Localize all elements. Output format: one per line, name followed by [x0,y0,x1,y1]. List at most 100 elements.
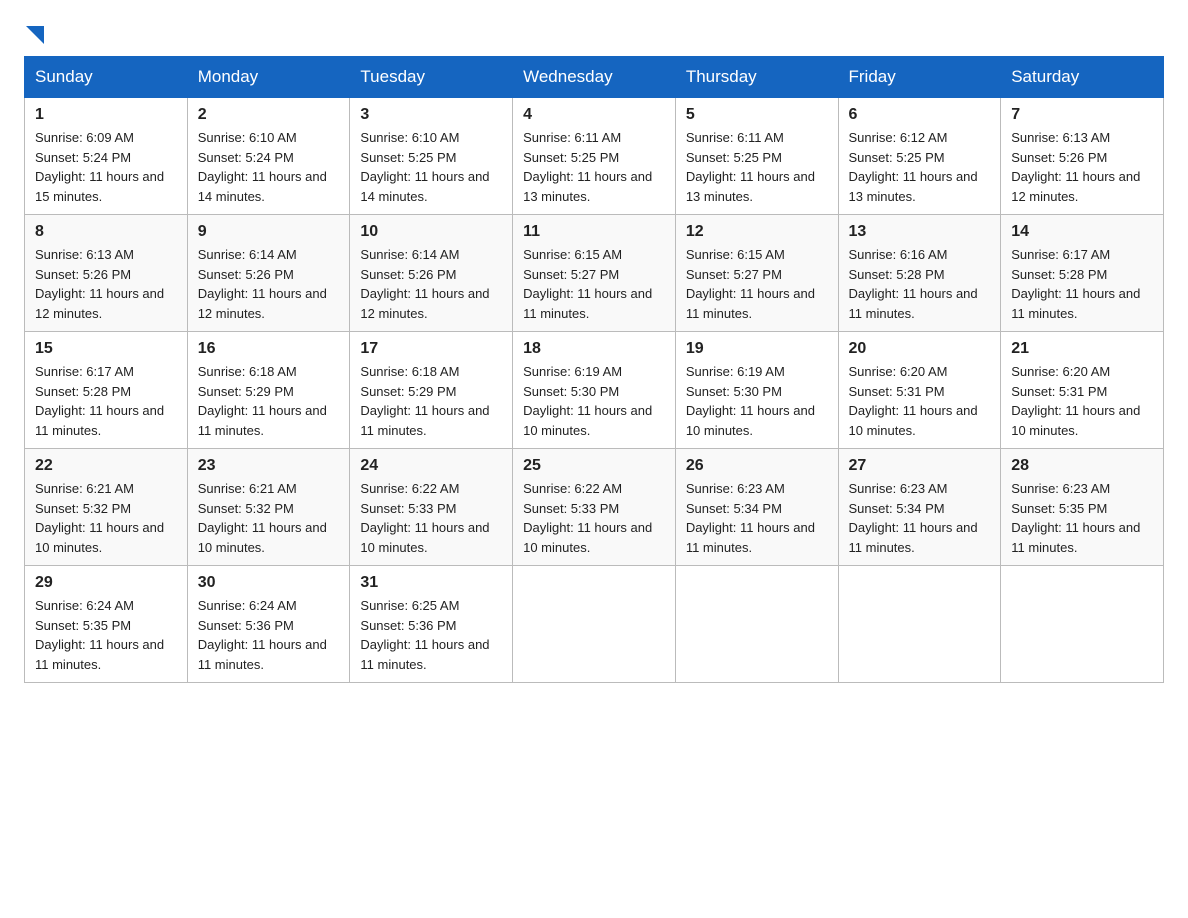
day-info: Sunrise: 6:22 AM Sunset: 5:33 PM Dayligh… [360,479,502,557]
day-info: Sunrise: 6:15 AM Sunset: 5:27 PM Dayligh… [686,245,828,323]
table-row: 21 Sunrise: 6:20 AM Sunset: 5:31 PM Dayl… [1001,332,1164,449]
header-friday: Friday [838,57,1001,98]
day-info: Sunrise: 6:13 AM Sunset: 5:26 PM Dayligh… [1011,128,1153,206]
day-number: 3 [360,106,502,124]
day-number: 22 [35,457,177,475]
day-number: 8 [35,223,177,241]
table-row: 5 Sunrise: 6:11 AM Sunset: 5:25 PM Dayli… [675,98,838,215]
table-row: 25 Sunrise: 6:22 AM Sunset: 5:33 PM Dayl… [513,449,676,566]
day-info: Sunrise: 6:11 AM Sunset: 5:25 PM Dayligh… [523,128,665,206]
day-number: 15 [35,340,177,358]
table-row: 24 Sunrise: 6:22 AM Sunset: 5:33 PM Dayl… [350,449,513,566]
calendar-week-row: 22 Sunrise: 6:21 AM Sunset: 5:32 PM Dayl… [25,449,1164,566]
day-info: Sunrise: 6:13 AM Sunset: 5:26 PM Dayligh… [35,245,177,323]
header-wednesday: Wednesday [513,57,676,98]
day-number: 6 [849,106,991,124]
table-row [675,566,838,683]
day-number: 24 [360,457,502,475]
day-info: Sunrise: 6:21 AM Sunset: 5:32 PM Dayligh… [35,479,177,557]
table-row: 28 Sunrise: 6:23 AM Sunset: 5:35 PM Dayl… [1001,449,1164,566]
day-number: 31 [360,574,502,592]
day-info: Sunrise: 6:10 AM Sunset: 5:25 PM Dayligh… [360,128,502,206]
table-row: 20 Sunrise: 6:20 AM Sunset: 5:31 PM Dayl… [838,332,1001,449]
logo-arrow-icon [26,26,44,44]
table-row [513,566,676,683]
day-info: Sunrise: 6:11 AM Sunset: 5:25 PM Dayligh… [686,128,828,206]
table-row: 9 Sunrise: 6:14 AM Sunset: 5:26 PM Dayli… [187,215,350,332]
table-row: 19 Sunrise: 6:19 AM Sunset: 5:30 PM Dayl… [675,332,838,449]
table-row: 22 Sunrise: 6:21 AM Sunset: 5:32 PM Dayl… [25,449,188,566]
table-row: 16 Sunrise: 6:18 AM Sunset: 5:29 PM Dayl… [187,332,350,449]
table-row: 4 Sunrise: 6:11 AM Sunset: 5:25 PM Dayli… [513,98,676,215]
day-info: Sunrise: 6:20 AM Sunset: 5:31 PM Dayligh… [849,362,991,440]
day-info: Sunrise: 6:09 AM Sunset: 5:24 PM Dayligh… [35,128,177,206]
day-number: 9 [198,223,340,241]
day-number: 14 [1011,223,1153,241]
table-row: 17 Sunrise: 6:18 AM Sunset: 5:29 PM Dayl… [350,332,513,449]
header-monday: Monday [187,57,350,98]
day-info: Sunrise: 6:23 AM Sunset: 5:35 PM Dayligh… [1011,479,1153,557]
day-info: Sunrise: 6:18 AM Sunset: 5:29 PM Dayligh… [198,362,340,440]
table-row: 6 Sunrise: 6:12 AM Sunset: 5:25 PM Dayli… [838,98,1001,215]
day-info: Sunrise: 6:23 AM Sunset: 5:34 PM Dayligh… [849,479,991,557]
day-info: Sunrise: 6:17 AM Sunset: 5:28 PM Dayligh… [1011,245,1153,323]
page-header [24,24,1164,40]
day-number: 30 [198,574,340,592]
day-number: 4 [523,106,665,124]
day-info: Sunrise: 6:10 AM Sunset: 5:24 PM Dayligh… [198,128,340,206]
day-number: 25 [523,457,665,475]
table-row: 10 Sunrise: 6:14 AM Sunset: 5:26 PM Dayl… [350,215,513,332]
table-row: 27 Sunrise: 6:23 AM Sunset: 5:34 PM Dayl… [838,449,1001,566]
header-sunday: Sunday [25,57,188,98]
table-row: 12 Sunrise: 6:15 AM Sunset: 5:27 PM Dayl… [675,215,838,332]
table-row: 23 Sunrise: 6:21 AM Sunset: 5:32 PM Dayl… [187,449,350,566]
table-row: 7 Sunrise: 6:13 AM Sunset: 5:26 PM Dayli… [1001,98,1164,215]
table-row: 14 Sunrise: 6:17 AM Sunset: 5:28 PM Dayl… [1001,215,1164,332]
day-number: 28 [1011,457,1153,475]
table-row [838,566,1001,683]
table-row [1001,566,1164,683]
day-info: Sunrise: 6:25 AM Sunset: 5:36 PM Dayligh… [360,596,502,674]
table-row: 8 Sunrise: 6:13 AM Sunset: 5:26 PM Dayli… [25,215,188,332]
day-info: Sunrise: 6:19 AM Sunset: 5:30 PM Dayligh… [686,362,828,440]
calendar-week-row: 1 Sunrise: 6:09 AM Sunset: 5:24 PM Dayli… [25,98,1164,215]
day-info: Sunrise: 6:14 AM Sunset: 5:26 PM Dayligh… [360,245,502,323]
table-row: 11 Sunrise: 6:15 AM Sunset: 5:27 PM Dayl… [513,215,676,332]
day-info: Sunrise: 6:21 AM Sunset: 5:32 PM Dayligh… [198,479,340,557]
header-tuesday: Tuesday [350,57,513,98]
day-number: 26 [686,457,828,475]
day-number: 7 [1011,106,1153,124]
table-row: 1 Sunrise: 6:09 AM Sunset: 5:24 PM Dayli… [25,98,188,215]
header-thursday: Thursday [675,57,838,98]
calendar-week-row: 8 Sunrise: 6:13 AM Sunset: 5:26 PM Dayli… [25,215,1164,332]
day-info: Sunrise: 6:20 AM Sunset: 5:31 PM Dayligh… [1011,362,1153,440]
day-number: 17 [360,340,502,358]
calendar-week-row: 29 Sunrise: 6:24 AM Sunset: 5:35 PM Dayl… [25,566,1164,683]
day-info: Sunrise: 6:18 AM Sunset: 5:29 PM Dayligh… [360,362,502,440]
header-saturday: Saturday [1001,57,1164,98]
day-info: Sunrise: 6:24 AM Sunset: 5:36 PM Dayligh… [198,596,340,674]
table-row: 30 Sunrise: 6:24 AM Sunset: 5:36 PM Dayl… [187,566,350,683]
calendar-table: Sunday Monday Tuesday Wednesday Thursday… [24,56,1164,683]
day-number: 11 [523,223,665,241]
day-number: 29 [35,574,177,592]
table-row: 18 Sunrise: 6:19 AM Sunset: 5:30 PM Dayl… [513,332,676,449]
day-number: 21 [1011,340,1153,358]
day-number: 5 [686,106,828,124]
logo [24,24,44,40]
day-number: 16 [198,340,340,358]
day-number: 12 [686,223,828,241]
day-number: 19 [686,340,828,358]
day-number: 27 [849,457,991,475]
day-info: Sunrise: 6:17 AM Sunset: 5:28 PM Dayligh… [35,362,177,440]
day-number: 18 [523,340,665,358]
day-info: Sunrise: 6:24 AM Sunset: 5:35 PM Dayligh… [35,596,177,674]
day-number: 20 [849,340,991,358]
day-info: Sunrise: 6:14 AM Sunset: 5:26 PM Dayligh… [198,245,340,323]
day-number: 2 [198,106,340,124]
table-row: 26 Sunrise: 6:23 AM Sunset: 5:34 PM Dayl… [675,449,838,566]
table-row: 29 Sunrise: 6:24 AM Sunset: 5:35 PM Dayl… [25,566,188,683]
table-row: 31 Sunrise: 6:25 AM Sunset: 5:36 PM Dayl… [350,566,513,683]
table-row: 2 Sunrise: 6:10 AM Sunset: 5:24 PM Dayli… [187,98,350,215]
day-info: Sunrise: 6:23 AM Sunset: 5:34 PM Dayligh… [686,479,828,557]
